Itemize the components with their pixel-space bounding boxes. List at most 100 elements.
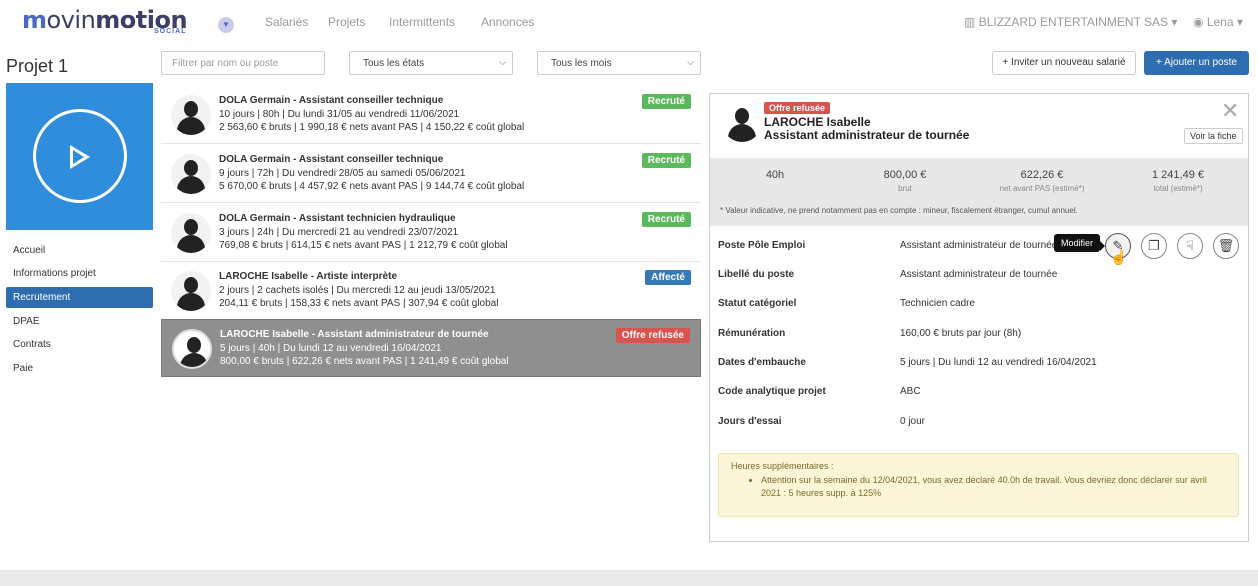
project-video[interactable] [6, 83, 153, 230]
search-input[interactable]: Filtrer par nom ou poste [161, 51, 325, 75]
stat-sub: total (estimé*) [1153, 184, 1203, 193]
row-title: LAROCHE Isabelle - Assistant administrat… [220, 329, 489, 340]
trash-icon[interactable]: 🗑 [1213, 233, 1239, 259]
field-value: Assistant administrateur de tournée [900, 269, 1058, 280]
company-caret-icon: ▾ [1171, 15, 1178, 29]
cursor-icon: ☝ [1110, 249, 1128, 265]
list-item[interactable]: DOLA Germain - Assistant technicien hydr… [161, 204, 701, 262]
nav-intermittents[interactable]: Intermittents [389, 15, 455, 29]
user-caret-icon: ▾ [1236, 15, 1243, 29]
row-title: LAROCHE Isabelle - Artiste interprète [219, 271, 398, 282]
sidebar-item-informations-projet[interactable]: Informations projet [6, 263, 153, 284]
warning-text: Attention sur la semaine du 12/04/2021, … [761, 474, 1226, 500]
detail-panel: Offre refusée LAROCHE Isabelle Assistant… [709, 93, 1249, 542]
status-badge: Offre refusée [764, 102, 831, 114]
stat-gross: 800,00 € brut [840, 169, 970, 193]
sidebar-item-dpae[interactable]: DPAE [6, 311, 153, 332]
logo-subtitle: SOCIAL [154, 28, 187, 35]
field-value: 160,00 € bruts par jour (8h) [900, 328, 1022, 339]
list-item-selected[interactable]: LAROCHE Isabelle - Assistant administrat… [161, 319, 701, 377]
company-name: BLIZZARD ENTERTAINMENT SAS [978, 15, 1169, 29]
states-select[interactable]: Tous les états ⌵ [349, 51, 513, 75]
row-title: DOLA Germain - Assistant conseiller tech… [219, 154, 444, 165]
tooltip-modifier: Modifier [1054, 234, 1106, 252]
field-label: Dates d'embauche [718, 357, 806, 368]
status-badge: Affecté [645, 270, 691, 285]
sidebar-item-accueil[interactable]: Accueil [6, 240, 153, 261]
field-label: Statut catégoriel [718, 298, 797, 309]
company-selector[interactable]: ▥ BLIZZARD ENTERTAINMENT SAS ▾ [964, 15, 1177, 29]
states-select-value: Tous les états [363, 58, 425, 69]
field-value: ABC [900, 386, 921, 397]
row-amounts: 800,00 € bruts | 622,26 € nets avant PAS… [220, 356, 509, 367]
field-label: Rémunération [718, 328, 786, 339]
row-title: DOLA Germain - Assistant technicien hydr… [219, 213, 456, 224]
row-schedule: 9 jours | 72h | Du vendredi 28/05 au sam… [219, 168, 466, 179]
field-label: Poste Pôle Emploi [718, 240, 806, 251]
stat-sub: brut [898, 184, 912, 193]
copy-icon[interactable]: ❐ [1141, 233, 1167, 259]
stat-value: 1 241,49 € [1152, 169, 1204, 181]
list-item[interactable]: DOLA Germain - Assistant conseiller tech… [161, 145, 701, 203]
chevron-down-icon: ⌵ [499, 57, 506, 67]
stat-total: 1 241,49 € total (estimé*) [1113, 169, 1243, 193]
sidebar-item-recrutement[interactable]: Recrutement [6, 287, 153, 308]
row-amounts: 769,08 € bruts | 614,15 € nets avant PAS… [219, 240, 508, 251]
avatar [171, 213, 211, 253]
building-icon: ▥ [964, 15, 976, 29]
stat-hours: 40h [710, 169, 840, 184]
row-amounts: 5 670,00 € bruts | 4 457,92 € nets avant… [219, 181, 525, 192]
list-item[interactable]: LAROCHE Isabelle - Artiste interprète 2 … [161, 262, 701, 320]
estimate-note: * Valeur indicative, ne prend notamment … [720, 206, 1078, 215]
row-schedule: 10 jours | 80h | Du lundi 31/05 au vendr… [219, 109, 460, 120]
row-schedule: 2 jours | 2 cachets isolés | Du mercredi… [219, 285, 496, 296]
top-navbar: mmovinmotionovinmotion SOCIAL ▼ Salariés… [0, 0, 1258, 44]
field-label: Code analytique projet [718, 386, 826, 397]
field-value: Assistant administrateur de tournée [900, 240, 1058, 251]
sidebar-item-paie[interactable]: Paie [6, 358, 153, 379]
months-select-value: Tous les mois [551, 58, 612, 69]
nav-projets[interactable]: Projets [328, 15, 365, 29]
menu-toggle-icon[interactable]: ▼ [218, 17, 234, 33]
status-badge: Recruté [641, 212, 691, 227]
bottom-bar [0, 570, 1258, 586]
add-position-button[interactable]: + Ajouter un poste [1144, 51, 1249, 75]
avatar [171, 95, 211, 135]
recruitment-list: DOLA Germain - Assistant conseiller tech… [161, 86, 701, 378]
field-label: Jours d'essai [718, 416, 782, 427]
thumbs-down-icon[interactable]: ☟ [1177, 233, 1203, 259]
field-value: 0 jour [900, 416, 926, 427]
avatar [171, 154, 211, 194]
chevron-down-icon: ⌵ [687, 57, 694, 67]
overtime-warning: Heures supplémentaires : Attention sur l… [718, 453, 1239, 517]
row-title: DOLA Germain - Assistant conseiller tech… [219, 95, 444, 106]
nav-salaries[interactable]: Salariés [265, 15, 308, 29]
months-select[interactable]: Tous les mois ⌵ [537, 51, 701, 75]
sidebar-item-contrats[interactable]: Contrats [6, 334, 153, 355]
stat-value: 800,00 € [883, 169, 927, 181]
stat-net: 622,26 € net avant PAS (estimé*) [977, 169, 1107, 193]
user-icon: ◉ [1193, 15, 1204, 29]
close-icon[interactable]: ✕ [1221, 98, 1239, 124]
row-schedule: 3 jours | 24h | Du mercredi 21 au vendre… [219, 227, 459, 238]
avatar [722, 102, 762, 142]
stat-sub: net avant PAS (estimé*) [999, 184, 1085, 193]
page-title: Projet 1 [6, 56, 69, 76]
status-badge: Offre refusée [615, 328, 690, 343]
detail-name: LAROCHE Isabelle [764, 115, 871, 129]
row-schedule: 5 jours | 40h | Du lundi 12 au vendredi … [220, 343, 442, 354]
list-item[interactable]: DOLA Germain - Assistant conseiller tech… [161, 86, 701, 144]
stat-value: 622,26 € [1020, 169, 1064, 181]
field-value: Technicien cadre [900, 298, 976, 309]
detail-role: Assistant administrateur de tournée [764, 128, 970, 142]
nav-annonces[interactable]: Annonces [481, 15, 534, 29]
field-label: Libellé du poste [718, 269, 795, 280]
user-menu[interactable]: ◉ Lena ▾ [1193, 15, 1243, 29]
status-badge: Recruté [641, 94, 691, 109]
view-profile-button[interactable]: Voir la fiche [1184, 128, 1243, 144]
row-amounts: 204,11 € bruts | 158,33 € nets avant PAS… [219, 298, 499, 309]
invite-employee-button[interactable]: + Inviter un nouveau salarié [992, 51, 1136, 75]
detail-header: Offre refusée LAROCHE Isabelle Assistant… [710, 94, 1248, 158]
stat-value: 40h [765, 169, 785, 181]
field-value: 5 jours | Du lundi 12 au vendredi 16/04/… [900, 357, 1097, 368]
